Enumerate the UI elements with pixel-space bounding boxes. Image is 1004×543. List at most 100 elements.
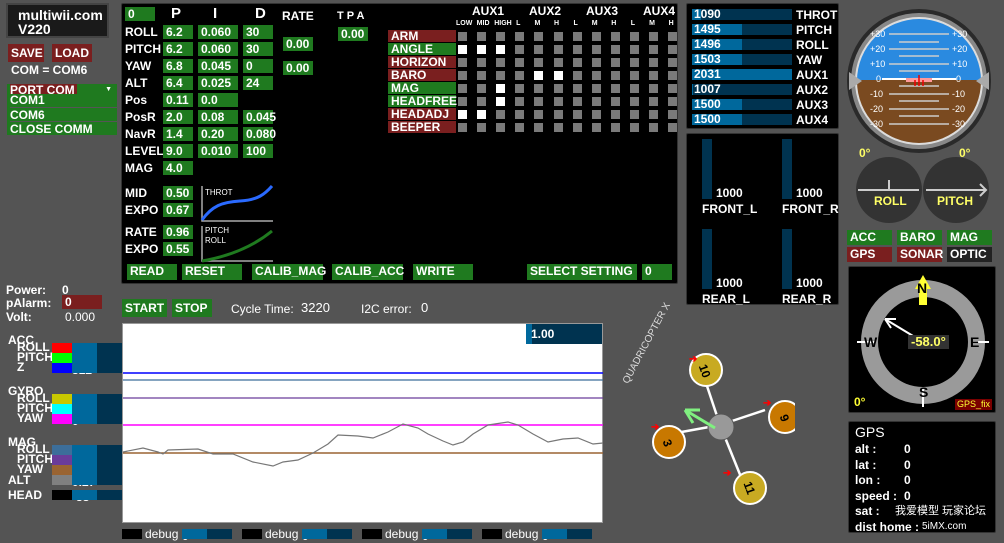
- pid-i-field[interactable]: 0.010: [198, 144, 238, 158]
- aux-checkbox[interactable]: [477, 97, 487, 106]
- aux-checkbox[interactable]: [610, 71, 620, 80]
- aux-checkbox[interactable]: [515, 84, 525, 93]
- legend-color-swatch[interactable]: [52, 353, 72, 363]
- legend-color-swatch[interactable]: [52, 363, 72, 373]
- write-button[interactable]: WRITE: [413, 264, 473, 280]
- aux-checkbox[interactable]: [668, 71, 678, 80]
- aux-checkbox[interactable]: [477, 32, 487, 41]
- aux-checkbox[interactable]: [553, 97, 563, 106]
- aux-checkbox[interactable]: [610, 58, 620, 67]
- aux-checkbox[interactable]: [477, 71, 487, 80]
- aux-checkbox[interactable]: [629, 84, 639, 93]
- aux-checkbox[interactable]: [496, 97, 506, 106]
- aux-checkbox[interactable]: [458, 84, 467, 93]
- stop-button[interactable]: STOP: [172, 299, 212, 317]
- pid-d-field[interactable]: 0.080: [243, 127, 276, 141]
- pid-i-field[interactable]: 0.025: [198, 76, 238, 90]
- throt-expo-field[interactable]: 0.67: [163, 203, 193, 217]
- aux-checkbox[interactable]: [572, 84, 582, 93]
- aux-checkbox[interactable]: [591, 58, 601, 67]
- legend-color-swatch[interactable]: [52, 343, 72, 353]
- aux-checkbox[interactable]: [649, 58, 658, 67]
- pid-i-field[interactable]: 0.08: [198, 110, 238, 124]
- legend-color-swatch[interactable]: [52, 414, 72, 424]
- setting-field[interactable]: 0: [642, 264, 672, 280]
- aux-checkbox[interactable]: [629, 58, 639, 67]
- aux-checkbox[interactable]: [458, 45, 467, 54]
- aux-checkbox[interactable]: [610, 110, 620, 119]
- save-button[interactable]: SAVE: [8, 44, 44, 62]
- legend-color-swatch[interactable]: [52, 465, 72, 475]
- aux-checkbox[interactable]: [534, 45, 544, 54]
- aux-checkbox[interactable]: [629, 123, 639, 132]
- pid-i-field[interactable]: 0.060: [198, 25, 238, 39]
- aux-checkbox[interactable]: [534, 84, 544, 93]
- pid-i-field[interactable]: 0.060: [198, 42, 238, 56]
- pid-d-field[interactable]: 0.045: [243, 110, 276, 124]
- aux-checkbox[interactable]: [591, 32, 601, 41]
- aux-checkbox[interactable]: [649, 71, 658, 80]
- pid-d-field[interactable]: 0: [243, 59, 273, 73]
- pid-p-field[interactable]: 4.0: [163, 161, 193, 175]
- pid-d-field[interactable]: 30: [243, 25, 273, 39]
- aux-checkbox[interactable]: [553, 32, 563, 41]
- aux-checkbox[interactable]: [649, 45, 658, 54]
- pid-p-field[interactable]: 6.4: [163, 76, 193, 90]
- aux-checkbox[interactable]: [572, 45, 582, 54]
- legend-head-swatch[interactable]: [52, 490, 72, 500]
- aux-checkbox[interactable]: [553, 58, 563, 67]
- pid-p-field[interactable]: 6.8: [163, 59, 193, 73]
- legend-color-swatch[interactable]: [52, 455, 72, 465]
- aux-checkbox[interactable]: [477, 84, 487, 93]
- aux-checkbox[interactable]: [477, 123, 487, 132]
- aux-checkbox[interactable]: [668, 97, 678, 106]
- aux-checkbox[interactable]: [515, 97, 525, 106]
- aux-checkbox[interactable]: [458, 110, 467, 119]
- aux-checkbox[interactable]: [668, 110, 678, 119]
- aux-checkbox[interactable]: [553, 71, 563, 80]
- graph-scale-slider[interactable]: 1.00: [526, 324, 602, 344]
- pid-d-field[interactable]: 30: [243, 42, 273, 56]
- aux-checkbox[interactable]: [572, 58, 582, 67]
- aux-checkbox[interactable]: [515, 71, 525, 80]
- palarm-field[interactable]: 0: [62, 295, 102, 309]
- aux-checkbox[interactable]: [649, 110, 658, 119]
- aux-checkbox[interactable]: [458, 32, 467, 41]
- aux-checkbox[interactable]: [610, 84, 620, 93]
- aux-checkbox[interactable]: [572, 32, 582, 41]
- aux-checkbox[interactable]: [496, 58, 506, 67]
- aux-checkbox[interactable]: [458, 97, 467, 106]
- pid-p-field[interactable]: 2.0: [163, 110, 193, 124]
- port-option-close[interactable]: CLOSE COMM: [10, 121, 117, 136]
- aux-checkbox[interactable]: [553, 84, 563, 93]
- aux-checkbox[interactable]: [591, 97, 601, 106]
- aux-checkbox[interactable]: [610, 123, 620, 132]
- tpa-field[interactable]: 0.00: [338, 27, 368, 41]
- pid-p-field[interactable]: 6.2: [163, 25, 193, 39]
- legend-color-swatch[interactable]: [52, 394, 72, 404]
- aux-checkbox[interactable]: [610, 45, 620, 54]
- aux-checkbox[interactable]: [515, 110, 525, 119]
- aux-checkbox[interactable]: [668, 32, 678, 41]
- aux-checkbox[interactable]: [649, 84, 658, 93]
- aux-checkbox[interactable]: [610, 97, 620, 106]
- aux-checkbox[interactable]: [629, 45, 639, 54]
- aux-checkbox[interactable]: [629, 32, 639, 41]
- port-dropdown[interactable]: PORT COM ▼ COM1 COM6 CLOSE COMM: [7, 84, 117, 136]
- aux-checkbox[interactable]: [572, 97, 582, 106]
- aux-checkbox[interactable]: [591, 84, 601, 93]
- aux-checkbox[interactable]: [629, 110, 639, 119]
- aux-checkbox[interactable]: [591, 110, 601, 119]
- aux-checkbox[interactable]: [458, 58, 467, 67]
- pid-p-field[interactable]: 6.2: [163, 42, 193, 56]
- pid-p-field[interactable]: 1.4: [163, 127, 193, 141]
- rate-yaw-field[interactable]: 0.00: [283, 61, 313, 75]
- pid-i-field[interactable]: 0.20: [198, 127, 238, 141]
- port-option-com1[interactable]: COM1: [10, 93, 45, 107]
- aux-checkbox[interactable]: [534, 71, 544, 80]
- load-button[interactable]: LOAD: [52, 44, 92, 62]
- pid-p-field[interactable]: 0.11: [163, 93, 193, 107]
- aux-checkbox[interactable]: [553, 123, 563, 132]
- legend-color-swatch[interactable]: [52, 445, 72, 455]
- calib-mag-button[interactable]: CALIB_MAG: [252, 264, 326, 280]
